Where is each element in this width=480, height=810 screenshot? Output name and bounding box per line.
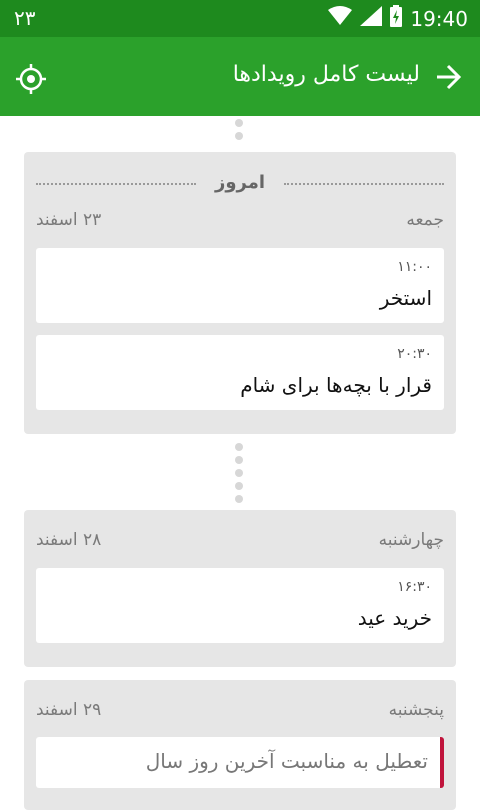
location-target-icon[interactable] — [15, 63, 47, 99]
event-title: قرار با بچه‌ها برای شام — [240, 373, 432, 397]
status-bar: ۲۳ 19:40 — [0, 0, 480, 37]
event-title: خرید عید — [357, 606, 432, 630]
timeline-connector — [234, 119, 244, 145]
signal-icon — [360, 6, 383, 31]
event-item[interactable]: ۱۶:۳۰ خرید عید — [36, 568, 444, 643]
day-name: جمعه — [406, 210, 444, 230]
today-label: امروز — [214, 172, 266, 193]
status-icons: 19:40 — [328, 5, 468, 32]
event-item[interactable]: ۲۰:۳۰ قرار با بچه‌ها برای شام — [36, 335, 444, 410]
day-name: چهارشنبه — [378, 530, 444, 550]
event-time: ۱۶:۳۰ — [397, 579, 432, 595]
event-time: ۱۱:۰۰ — [397, 259, 432, 275]
back-arrow-icon[interactable] — [434, 63, 462, 95]
day-card: پنجشنبه ۲۹ اسفند تعطیل به مناسبت آخرین ر… — [24, 680, 456, 810]
wifi-icon — [328, 6, 353, 31]
day-header: پنجشنبه ۲۹ اسفند — [36, 700, 444, 722]
event-title: استخر — [379, 286, 432, 310]
day-header: چهارشنبه ۲۸ اسفند — [36, 530, 444, 552]
battery-charging-icon — [390, 5, 403, 32]
day-card: چهارشنبه ۲۸ اسفند ۱۶:۳۰ خرید عید — [24, 510, 456, 667]
day-card-today: امروز جمعه ۲۳ اسفند ۱۱:۰۰ استخر ۲۰:۳۰ قر… — [24, 152, 456, 434]
day-name: پنجشنبه — [388, 700, 444, 720]
event-time: ۲۰:۳۰ — [397, 346, 432, 362]
day-date: ۲۹ اسفند — [36, 700, 102, 720]
clock-time: 19:40 — [410, 6, 468, 31]
day-date: ۲۳ اسفند — [36, 210, 102, 230]
day-header: جمعه ۲۳ اسفند — [36, 210, 444, 232]
page-title: لیست کامل رویدادها — [232, 62, 420, 87]
app-bar: لیست کامل رویدادها — [0, 37, 480, 116]
today-divider: امروز — [36, 172, 444, 193]
event-title: تعطیل به مناسبت آخرین روز سال — [145, 749, 428, 773]
timeline-connector — [234, 443, 244, 508]
event-item[interactable]: ۱۱:۰۰ استخر — [36, 248, 444, 323]
day-date: ۲۸ اسفند — [36, 530, 102, 550]
holiday-event-item[interactable]: تعطیل به مناسبت آخرین روز سال — [36, 737, 444, 788]
status-left-text: ۲۳ — [14, 6, 36, 30]
